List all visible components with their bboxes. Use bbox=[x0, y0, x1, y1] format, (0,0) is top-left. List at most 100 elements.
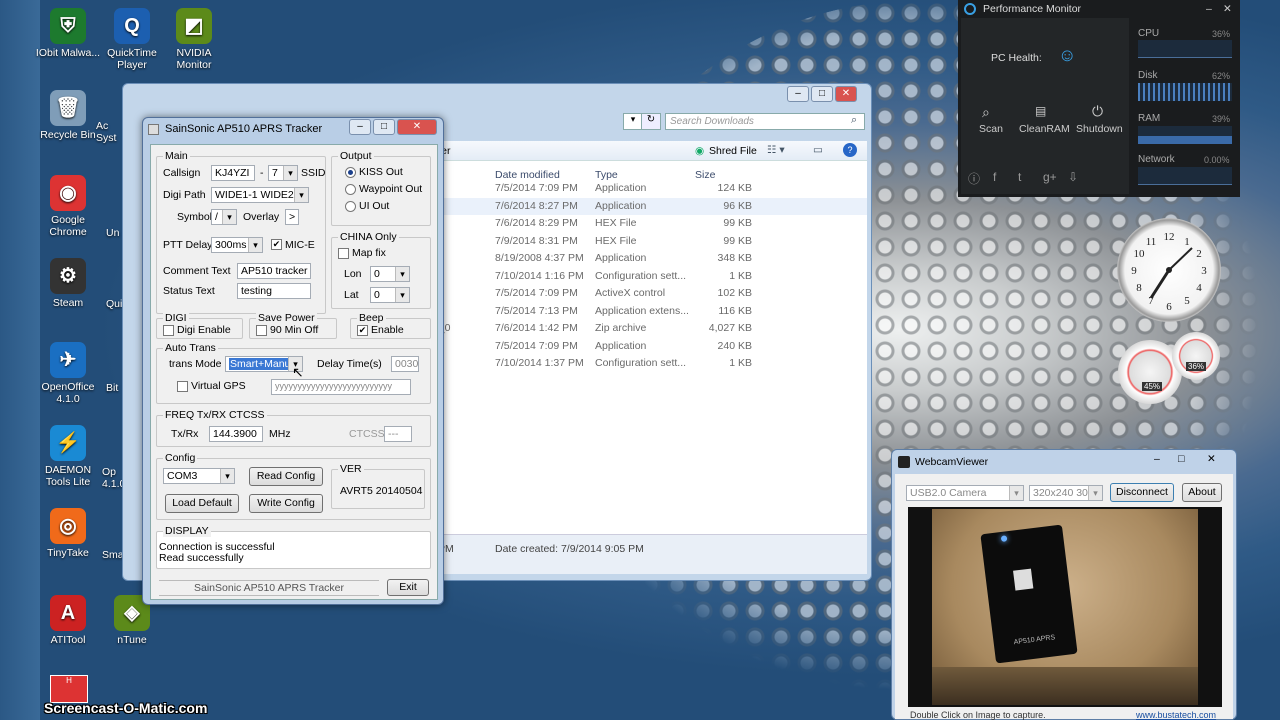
mice-checkbox[interactable]: ✔ bbox=[271, 239, 282, 250]
ram-chip-icon[interactable]: ▤ bbox=[1035, 104, 1046, 118]
file-row[interactable]: 9_07/6/2014 1:42 PMZip archive4,027 KB bbox=[433, 320, 867, 337]
resolution-select[interactable]: 320x240 30 bbox=[1029, 485, 1103, 501]
power-icon[interactable]: ⏻ bbox=[1092, 103, 1103, 120]
desktop-icon[interactable]: ⚙ Steam bbox=[32, 258, 104, 309]
ui-radio[interactable] bbox=[345, 201, 356, 212]
file-row[interactable]: re7/5/2014 7:09 PMApplication124 KB bbox=[433, 180, 867, 197]
desktop-icon[interactable]: ⛨ IObit Malwa... bbox=[32, 8, 104, 59]
file-row[interactable]: 7/6/2014 8:27 PM Application 96 KB bbox=[433, 197, 867, 215]
cpu-label: CPU bbox=[1138, 28, 1160, 39]
ptt-select[interactable]: 300ms bbox=[211, 237, 263, 253]
digipath-select[interactable]: WIDE1-1 WIDE2-1 bbox=[211, 187, 309, 203]
save-power-checkbox[interactable] bbox=[256, 325, 267, 336]
scan-button[interactable]: Scan bbox=[979, 123, 1003, 135]
file-row[interactable]: 7/5/2014 7:09 PM ActiveX control 102 KB bbox=[433, 285, 867, 302]
close-button[interactable]: ✕ bbox=[397, 119, 437, 135]
search-input[interactable]: Search Downloads bbox=[665, 113, 865, 130]
exit-button[interactable]: Exit bbox=[387, 579, 429, 596]
about-button[interactable]: About bbox=[1182, 483, 1222, 502]
waypoint-radio[interactable] bbox=[345, 184, 356, 195]
com-select[interactable]: COM3 bbox=[163, 468, 235, 484]
website-link[interactable]: www.bustatech.com bbox=[1136, 710, 1216, 720]
display-label: DISPLAY bbox=[163, 525, 211, 537]
desktop-icon[interactable]: ✈ OpenOffice 4.1.0 bbox=[32, 342, 104, 405]
status-input[interactable]: testing bbox=[237, 283, 311, 299]
dropdown-arrow-icon[interactable]: ▾ bbox=[623, 113, 643, 130]
minimize-button[interactable]: – bbox=[349, 119, 371, 135]
maximize-button[interactable]: □ bbox=[1178, 453, 1184, 465]
shutdown-button[interactable]: Shutdown bbox=[1076, 123, 1123, 135]
disconnect-button[interactable]: Disconnect bbox=[1110, 483, 1174, 502]
file-row[interactable]: 8/19/2008 4:37 PM Application 348 KB bbox=[433, 250, 867, 267]
desktop-icon-label: Recycle Bin bbox=[40, 129, 96, 141]
webcam-viewer-window: WebcamViewer – □ ✕ USB2.0 Camera 320x240… bbox=[891, 449, 1237, 720]
beep-checkbox[interactable]: ✔ bbox=[357, 325, 368, 336]
desktop-icon[interactable]: ◉ Google Chrome bbox=[32, 175, 104, 238]
desktop-icon[interactable]: A ATITool bbox=[32, 595, 104, 646]
file-row[interactable]: 7/5/2014 7:13 PM Application extens... 116… bbox=[433, 303, 867, 320]
ram-meter-gadget[interactable]: 36% bbox=[1172, 332, 1220, 380]
search-icon[interactable]: ⌕ bbox=[851, 114, 857, 127]
maximize-button[interactable]: □ bbox=[811, 86, 833, 102]
digi-checkbox[interactable] bbox=[163, 325, 174, 336]
preview-pane-icon[interactable]: ▭ bbox=[813, 144, 823, 156]
clock-gadget[interactable]: 12 3 6 9 1245 7 8 10 11 bbox=[1117, 218, 1221, 322]
desktop-icon[interactable]: 🗑 Recycle Bin bbox=[32, 90, 104, 141]
file-date: 7/5/2014 7:09 PM bbox=[495, 339, 578, 352]
mouse-cursor-icon: ↖ bbox=[292, 364, 304, 380]
file-row[interactable]: 7/5/2014 7:09 PM Application 240 KB bbox=[433, 338, 867, 355]
close-button[interactable]: ✕ bbox=[1207, 453, 1216, 465]
file-row[interactable]: 7/6/2014 8:29 PM HEX File 99 KB bbox=[433, 215, 867, 232]
load-default-button[interactable]: Load Default bbox=[165, 494, 239, 513]
digi-group: DIGI Digi Enable bbox=[156, 312, 243, 339]
comment-input[interactable]: AP510 tracker bbox=[237, 263, 311, 279]
close-button[interactable]: ✕ bbox=[1223, 3, 1232, 15]
shred-file-button[interactable]: Shred File bbox=[709, 145, 757, 157]
twitter-icon[interactable]: t bbox=[1018, 170, 1021, 184]
virtual-gps-input[interactable]: yyyyyyyyyyyyyyyyyyyyyyyyyy bbox=[271, 379, 411, 395]
virtual-gps-checkbox[interactable] bbox=[177, 381, 188, 392]
freq-input[interactable]: 144.3900 bbox=[209, 426, 263, 442]
device-select[interactable]: USB2.0 Camera bbox=[906, 485, 1024, 501]
file-date: 8/19/2008 4:37 PM bbox=[495, 252, 584, 264]
read-config-button[interactable]: Read Config bbox=[249, 467, 323, 486]
refresh-icon[interactable]: ↻ bbox=[641, 113, 661, 130]
overlay-input[interactable]: > bbox=[285, 209, 299, 225]
ptt-label: PTT Delay bbox=[163, 239, 213, 251]
minimize-button[interactable]: – bbox=[1206, 3, 1212, 15]
cleanram-button[interactable]: CleanRAM bbox=[1019, 123, 1070, 135]
delay-label: Delay Time(s) bbox=[317, 358, 382, 370]
minimize-button[interactable]: – bbox=[787, 86, 809, 102]
desktop-icon[interactable]: ◩ NVIDIA Monitor bbox=[158, 8, 230, 71]
mapfix-checkbox[interactable] bbox=[338, 248, 349, 259]
minimize-button[interactable]: – bbox=[1154, 453, 1160, 465]
delay-input[interactable]: 0030 bbox=[391, 356, 419, 372]
kiss-radio[interactable] bbox=[345, 167, 356, 178]
file-row[interactable]: 7/10/2014 1:37 PM Configuration sett... 1 … bbox=[433, 355, 867, 372]
hypercam-icon[interactable]: H bbox=[50, 675, 88, 703]
views-icon[interactable]: ☷ ▾ bbox=[767, 144, 785, 156]
facebook-icon[interactable]: f bbox=[993, 170, 996, 184]
callsign-input[interactable]: KJ4YZI bbox=[211, 165, 255, 181]
download-icon[interactable]: ⇩ bbox=[1068, 170, 1078, 184]
file-row[interactable]: 7/9/2014 8:31 PM HEX File 99 KB bbox=[433, 233, 867, 250]
info-icon[interactable]: ⓘ bbox=[968, 170, 980, 187]
file-row[interactable]: 7/10/2014 1:16 PM Configuration sett... 1 … bbox=[433, 268, 867, 285]
help-icon[interactable]: ? bbox=[843, 143, 857, 157]
shred-icon[interactable]: ◉ bbox=[695, 145, 704, 157]
desktop-icon[interactable]: ◎ TinyTake bbox=[32, 508, 104, 559]
ssid-select[interactable]: 7 bbox=[268, 165, 298, 181]
symbol-select[interactable]: / bbox=[211, 209, 237, 225]
close-button[interactable]: ✕ bbox=[835, 86, 857, 102]
webcam-title: WebcamViewer bbox=[915, 456, 989, 468]
file-size: 124 KB bbox=[717, 182, 752, 194]
lon-select[interactable]: 0 bbox=[370, 266, 410, 282]
write-config-button[interactable]: Write Config bbox=[249, 494, 323, 513]
googleplus-icon[interactable]: g+ bbox=[1043, 170, 1057, 184]
maximize-button[interactable]: □ bbox=[373, 119, 395, 135]
lat-select[interactable]: 0 bbox=[370, 287, 410, 303]
camera-preview[interactable]: AP510 APRS bbox=[908, 507, 1222, 707]
desktop-icon[interactable]: ⚡ DAEMON Tools Lite bbox=[32, 425, 104, 488]
ctcss-input[interactable]: --- bbox=[384, 426, 412, 442]
scan-icon[interactable]: ⌕ bbox=[982, 104, 990, 121]
